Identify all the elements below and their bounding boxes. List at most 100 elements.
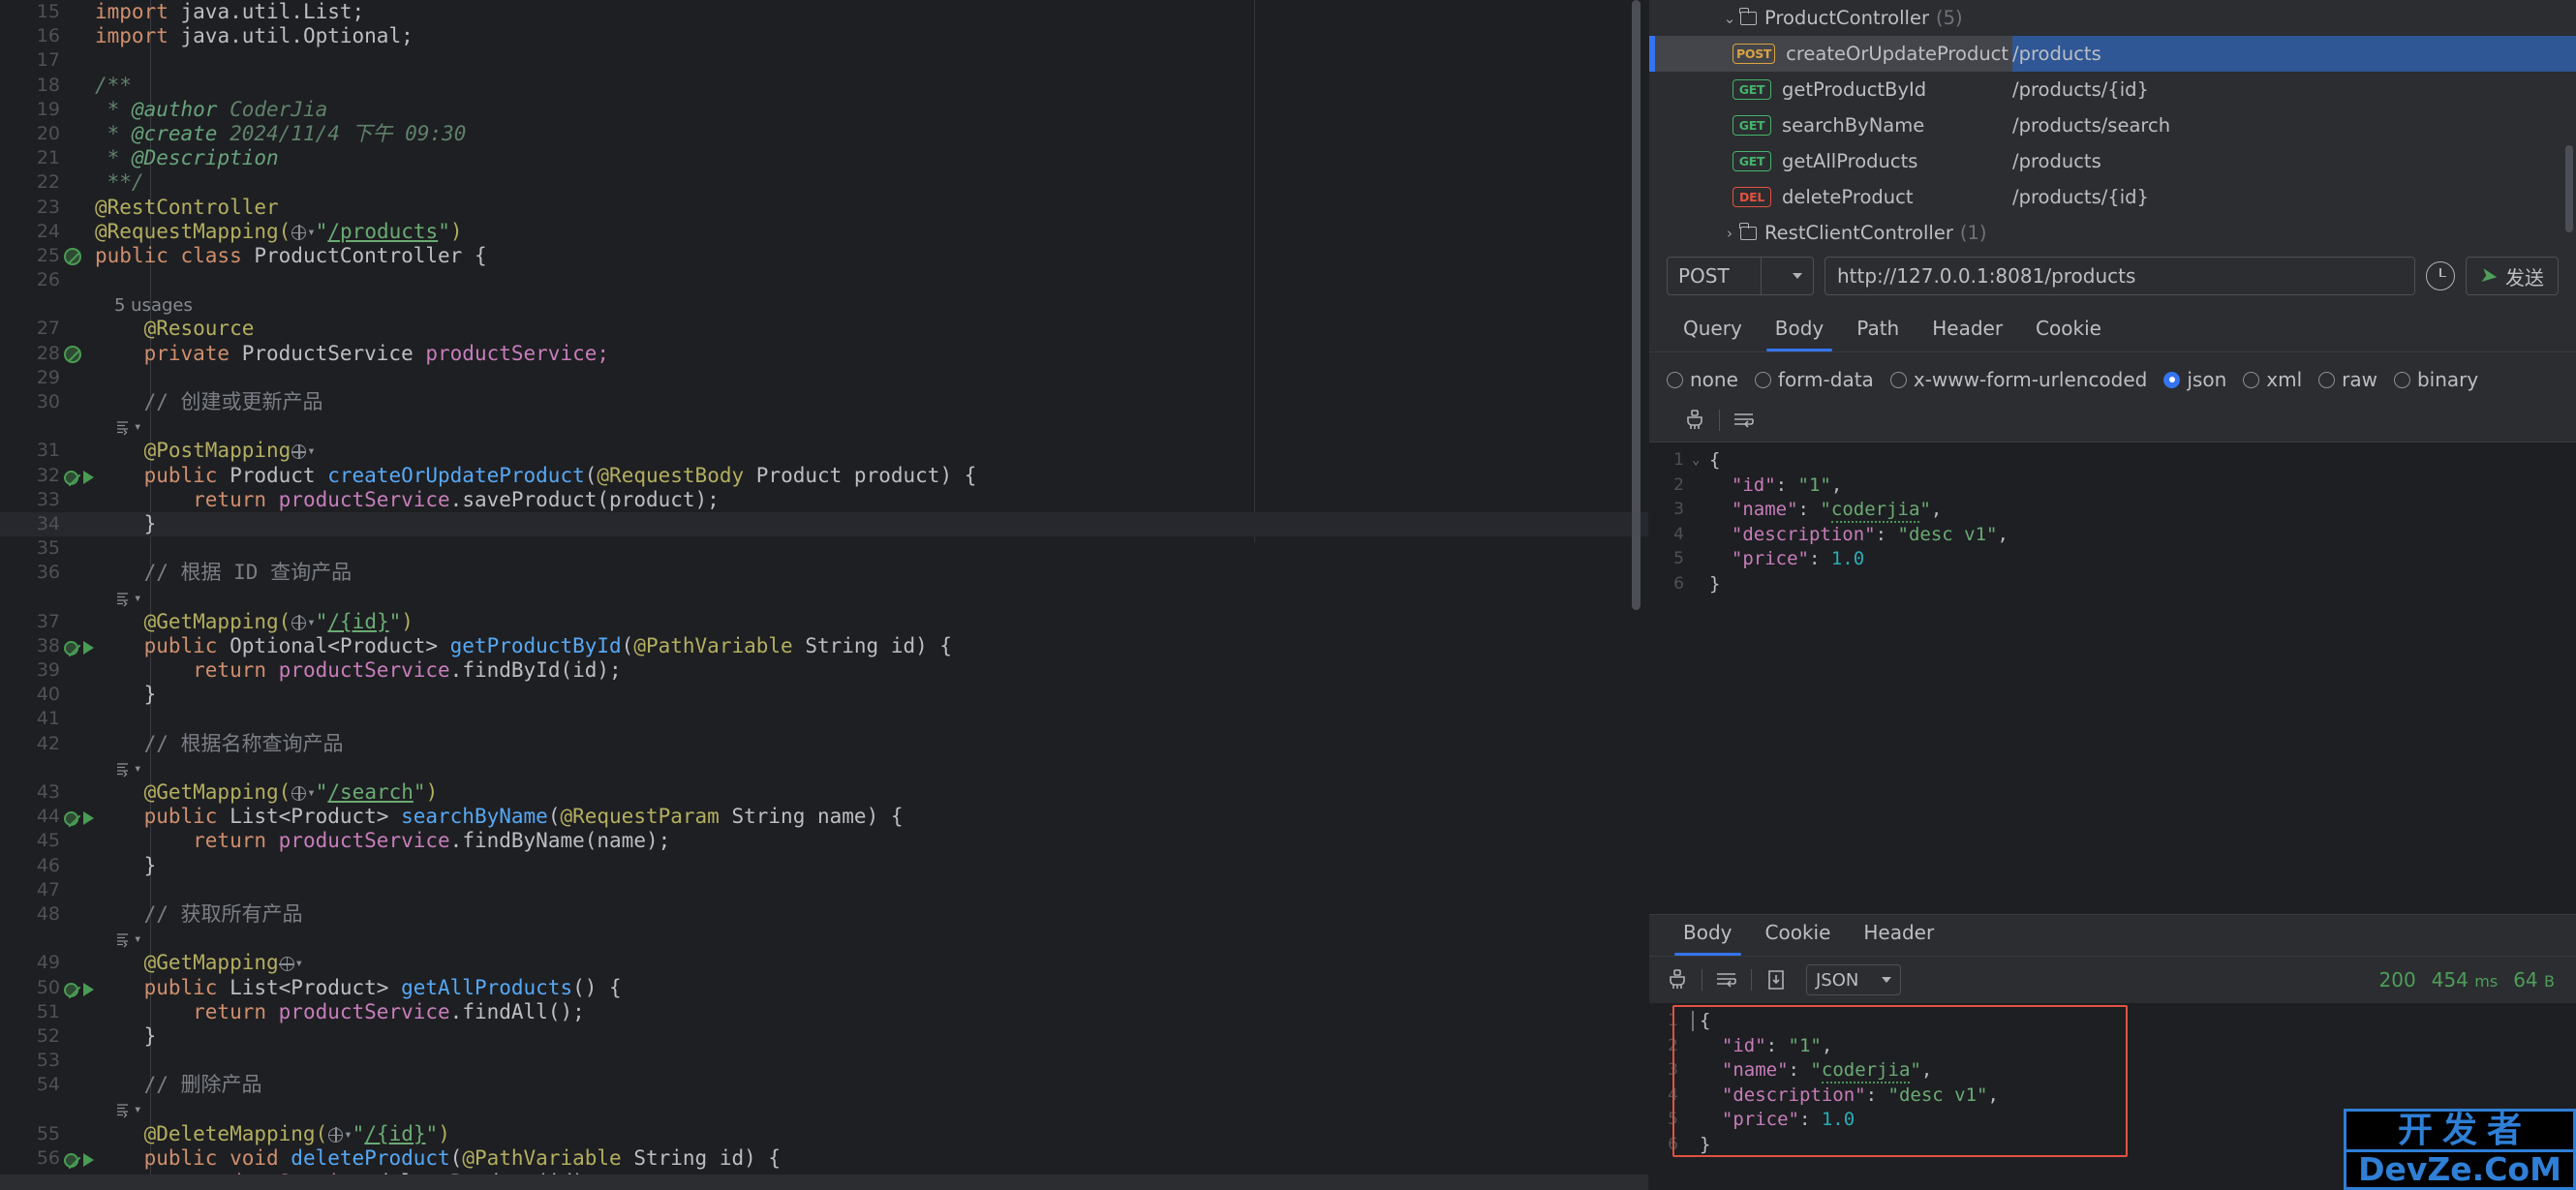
code-line[interactable]: 56 public void deleteProduct(@PathVariab… — [0, 1146, 1648, 1171]
code-line[interactable]: 25 public class ProductController { — [0, 244, 1648, 268]
body-type-binary[interactable]: binary — [2393, 368, 2478, 391]
response-toolbar[interactable]: JSON 200 454 ms 64 B — [1649, 957, 2576, 1003]
code-line[interactable]: 5 usages — [0, 292, 1648, 317]
response-tabs[interactable]: Body Cookie Header — [1649, 915, 2576, 956]
code-line[interactable]: 54 // 删除产品 — [0, 1073, 1648, 1097]
endpoint-name-cell[interactable]: POST createOrUpdateProduct — [1649, 36, 2012, 72]
code-line[interactable]: 15 import java.util.List; — [0, 0, 1648, 24]
json-line[interactable]: 4 "description": "desc v1", — [1649, 523, 2576, 548]
request-tabs[interactable]: Query Body Path Header Cookie — [1667, 311, 2559, 351]
code-line[interactable]: 30 // 创建或更新产品 — [0, 390, 1648, 414]
code-line[interactable]: 26 — [0, 268, 1648, 292]
code-line[interactable]: 48 // 获取所有产品 — [0, 902, 1648, 927]
request-tab-body[interactable]: Body — [1759, 311, 1841, 351]
json-line[interactable]: 1 ⌄ { — [1649, 448, 2576, 473]
radio-icon[interactable] — [2243, 371, 2260, 388]
web-endpoint-icon[interactable] — [291, 785, 307, 801]
endpoint-name-cell[interactable]: DEL deleteProduct — [1649, 179, 2012, 215]
code-line[interactable]: ▾ — [0, 756, 1648, 780]
request-tab-header[interactable]: Header — [1916, 311, 2019, 351]
code-line[interactable]: 46 } — [0, 854, 1648, 878]
radio-icon[interactable] — [2393, 371, 2410, 388]
web-endpoint-icon[interactable] — [291, 443, 307, 460]
code-line[interactable]: 27 @Resource — [0, 317, 1648, 341]
body-type-radio-group[interactable]: none form-data x-www-form-urlencoded json xm… — [1667, 352, 2559, 391]
code-line[interactable]: 28 private ProductService productService… — [0, 342, 1648, 366]
json-line[interactable]: 3 "name": "coderjia", — [1649, 498, 2576, 523]
code-line[interactable]: 52 } — [0, 1024, 1648, 1049]
body-type-none[interactable]: none — [1667, 368, 1738, 391]
code-line[interactable]: 55 @DeleteMapping(▾"/{id}") — [0, 1122, 1648, 1146]
body-type-x-www-form-urlencoded[interactable]: x-www-form-urlencoded — [1889, 368, 2147, 391]
code-line[interactable]: 23 @RestController — [0, 196, 1648, 220]
code-line[interactable]: 39 return productService.findById(id); — [0, 658, 1648, 683]
radio-icon[interactable] — [1667, 371, 1683, 388]
chevron-down-icon[interactable]: ⌄ — [1719, 10, 1740, 27]
endpoint-name-cell[interactable]: GET getAllProducts — [1649, 143, 2012, 179]
code-line[interactable]: 53 — [0, 1049, 1648, 1073]
code-line[interactable]: 41 — [0, 707, 1648, 731]
body-type-xml[interactable]: xml — [2243, 368, 2302, 391]
code-line[interactable]: 16 import java.util.Optional; — [0, 24, 1648, 48]
body-type-raw[interactable]: raw — [2318, 368, 2377, 391]
chevron-down-icon[interactable]: ▾ — [307, 440, 315, 464]
request-tab-cookie[interactable]: Cookie — [2019, 311, 2118, 351]
code-line[interactable]: 19 * @author CoderJia — [0, 98, 1648, 122]
source-code[interactable]: 15 import java.util.List; 16 import java.ut… — [0, 0, 1648, 1190]
code-line[interactable]: 32 public Product createOrUpdateProduct(… — [0, 464, 1648, 488]
send-button[interactable]: ➤ 发送 — [2465, 257, 2559, 295]
code-line[interactable]: ▾ — [0, 414, 1648, 439]
code-line[interactable]: 35 — [0, 536, 1648, 561]
body-type-json[interactable]: json — [2163, 368, 2226, 391]
endpoint-row[interactable]: GET searchByName/products/search — [1649, 107, 2576, 143]
code-line[interactable]: 18 /** — [0, 74, 1648, 98]
web-endpoint-icon[interactable] — [327, 1127, 344, 1143]
clear-response-button[interactable] — [1657, 963, 1698, 996]
code-fold-toggle[interactable]: ⌄ — [1692, 448, 1700, 473]
http-client-pane[interactable]: ⌄ ProductController (5) POST createOrUpda… — [1648, 0, 2576, 1190]
code-line[interactable]: 43 @GetMapping(▾"/search") — [0, 780, 1648, 805]
endpoint-group-productcontroller[interactable]: ⌄ ProductController (5) — [1649, 0, 2576, 36]
request-section[interactable]: POST http://127.0.0.1:8081/products ➤ 发送… — [1649, 245, 2576, 442]
endpoint-row[interactable]: POST createOrUpdateProduct/products — [1649, 36, 2576, 72]
format-body-button[interactable] — [1724, 404, 1764, 437]
response-format-select[interactable]: JSON — [1806, 964, 1901, 995]
response-tab-header[interactable]: Header — [1847, 915, 1950, 956]
endpoint-row[interactable]: GET getAllProducts/products — [1649, 143, 2576, 179]
code-line[interactable]: 21 * @Description — [0, 146, 1648, 170]
radio-icon[interactable] — [2163, 371, 2181, 388]
code-line[interactable]: 33 return productService.saveProduct(pro… — [0, 488, 1648, 512]
chevron-down-icon[interactable]: ▾ — [307, 781, 315, 806]
code-line[interactable]: ▾ — [0, 927, 1648, 951]
code-line[interactable]: 36 // 根据 ID 查询产品 — [0, 561, 1648, 585]
history-clock-icon[interactable] — [2425, 261, 2455, 290]
chevron-down-icon[interactable]: ▾ — [307, 221, 315, 245]
endpoint-row[interactable]: DEL deleteProduct/products/{id} — [1649, 179, 2576, 215]
response-tab-cookie[interactable]: Cookie — [1749, 915, 1848, 956]
code-line[interactable]: 22 **/ — [0, 170, 1648, 195]
chevron-down-icon[interactable]: ▾ — [344, 1123, 352, 1147]
chevron-down-icon[interactable]: ▾ — [307, 611, 315, 635]
code-line[interactable]: 51 return productService.findAll(); — [0, 1000, 1648, 1024]
url-input[interactable]: http://127.0.0.1:8081/products — [1825, 257, 2415, 295]
json-line[interactable]: 2 "id": "1", — [1649, 473, 2576, 499]
chevron-right-icon[interactable]: › — [1719, 225, 1740, 242]
chevron-down-icon[interactable] — [1793, 273, 1802, 279]
web-endpoint-icon[interactable] — [291, 615, 307, 630]
radio-icon[interactable] — [1889, 371, 1907, 388]
code-line[interactable]: 24 @RequestMapping(▾"/products") — [0, 220, 1648, 244]
endpoint-group-restclientcontroller[interactable]: › RestClientController (1) — [1649, 215, 2576, 245]
code-line[interactable]: 38 public Optional<Product> getProductBy… — [0, 634, 1648, 658]
json-line[interactable]: 6} — [1649, 572, 2576, 597]
code-line[interactable]: 40 } — [0, 683, 1648, 707]
format-response-button[interactable] — [1706, 963, 1747, 996]
response-tab-body[interactable]: Body — [1667, 915, 1749, 956]
body-type-form-data[interactable]: form-data — [1754, 368, 1874, 391]
request-tab-path[interactable]: Path — [1840, 311, 1916, 351]
code-line[interactable]: 17 — [0, 48, 1648, 73]
code-line[interactable]: ▾ — [0, 1097, 1648, 1121]
code-line[interactable]: 49 @GetMapping ▾ — [0, 951, 1648, 975]
endpoints-scrollbar[interactable] — [2565, 145, 2573, 232]
code-line[interactable]: ▾ — [0, 586, 1648, 610]
url-bar[interactable]: POST http://127.0.0.1:8081/products ➤ 发送 — [1667, 255, 2559, 297]
